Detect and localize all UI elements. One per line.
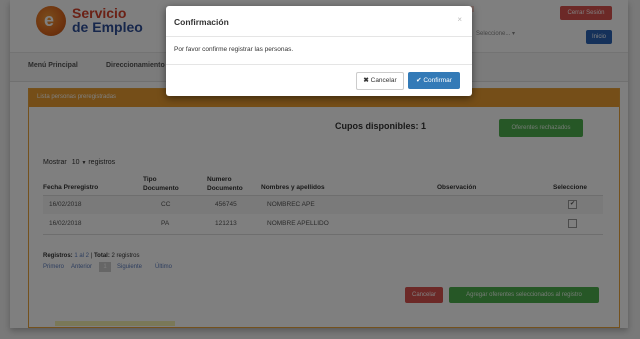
dialog-divider bbox=[166, 64, 472, 65]
x-icon: ✖ bbox=[363, 77, 369, 84]
dialog-divider bbox=[166, 36, 472, 37]
dialog-message: Por favor confirme registrar las persona… bbox=[174, 46, 294, 53]
confirm-dialog: Confirmación × Por favor confirme regist… bbox=[166, 6, 472, 96]
screen: e Servicio de Empleo Seleccione... ▾ Cer… bbox=[0, 0, 640, 339]
dialog-confirm-button[interactable]: ✔ Confirmar bbox=[408, 72, 460, 89]
check-icon: ✔ bbox=[416, 77, 422, 84]
dialog-cancel-button[interactable]: ✖ Cancelar bbox=[356, 72, 404, 90]
dialog-cancel-label: Cancelar bbox=[370, 77, 397, 84]
dialog-confirm-label: Confirmar bbox=[423, 77, 452, 84]
close-icon[interactable]: × bbox=[457, 15, 462, 24]
dialog-title: Confirmación bbox=[174, 17, 229, 27]
